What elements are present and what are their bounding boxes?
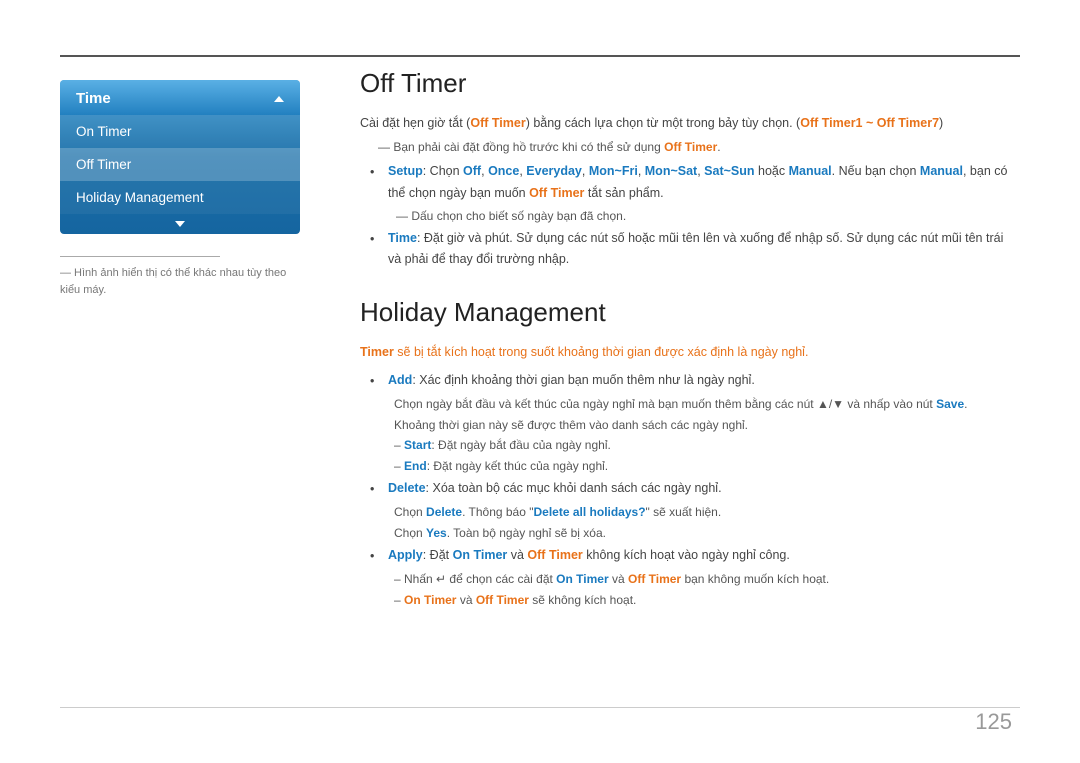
sidebar-footer (60, 214, 300, 234)
delete-sub1: Chọn Delete. Thông báo "Delete all holid… (394, 503, 1020, 523)
sidebar-header: Time (60, 80, 300, 115)
sidebar: Time On Timer Off Timer Holiday Manageme… (60, 80, 330, 298)
holiday-bullet-delete: • Delete: Xóa toàn bộ các mục khỏi danh … (370, 478, 1020, 500)
off-timer-note-highlight: Off Timer (664, 140, 717, 154)
sidebar-note: — Hình ảnh hiển thị có thể khác nhau tùy… (60, 265, 300, 298)
time-label: Time (388, 231, 417, 245)
main-content: Off Timer Cài đặt hẹn giờ tắt (Off Timer… (360, 68, 1020, 612)
sidebar-item-holiday-management[interactable]: Holiday Management (60, 181, 300, 214)
sidebar-menu: Time On Timer Off Timer Holiday Manageme… (60, 80, 300, 234)
off-timer-bullet-setup: • Setup: Chọn Off, Once, Everyday, Mon~F… (370, 161, 1020, 204)
sidebar-note-line (60, 256, 220, 257)
bottom-divider (60, 707, 1020, 708)
arrow-up-icon[interactable] (274, 96, 284, 102)
top-divider (60, 55, 1020, 57)
holiday-management-title: Holiday Management (360, 297, 1020, 328)
off-timer-note1: Bạn phải cài đặt đồng hồ trước khi có th… (378, 138, 1020, 157)
apply-sub1: Nhấn ↵ để chọn các cài đặt On Timer và O… (394, 570, 1020, 590)
holiday-management-section: Holiday Management Timer sẽ bị tắt kích … (360, 297, 1020, 611)
off-timer-section: Off Timer Cài đặt hẹn giờ tắt (Off Timer… (360, 68, 1020, 271)
apply-sub2: On Timer và Off Timer sẽ không kích hoạt… (394, 591, 1020, 611)
holiday-bullet-apply: • Apply: Đặt On Timer và Off Timer không… (370, 545, 1020, 567)
off-timer-highlight1: Off Timer (470, 116, 525, 130)
add-label: Add (388, 373, 412, 387)
delete-sub2: Chọn Yes. Toàn bộ ngày nghỉ sẽ bị xóa. (394, 524, 1020, 544)
holiday-bullet-add: • Add: Xác định khoảng thời gian bạn muố… (370, 370, 1020, 392)
add-sub1: Chọn ngày bắt đầu và kết thúc của ngày n… (394, 395, 1020, 415)
apply-label: Apply (388, 548, 423, 562)
page-number: 125 (975, 709, 1012, 735)
sidebar-title: Time (76, 90, 111, 107)
off-timer-highlight2: Off Timer1 ~ Off Timer7 (800, 116, 939, 130)
delete-label: Delete (388, 481, 426, 495)
off-timer-setup-sub: Dấu chọn cho biết số ngày bạn đã chọn. (396, 207, 1020, 226)
arrow-down-icon[interactable] (175, 221, 185, 227)
off-timer-title: Off Timer (360, 68, 1020, 99)
end-item: End: Đặt ngày kết thúc của ngày nghỉ. (394, 457, 1020, 477)
start-item: Start: Đặt ngày bắt đầu của ngày nghỉ. (394, 436, 1020, 456)
holiday-intro: Timer sẽ bị tắt kích hoạt trong suốt kho… (360, 342, 1020, 362)
setup-label: Setup (388, 164, 423, 178)
sidebar-item-off-timer[interactable]: Off Timer (60, 148, 300, 181)
add-sub2: Khoảng thời gian này sẽ được thêm vào da… (394, 416, 1020, 436)
off-timer-bullet-time: • Time: Đặt giờ và phút. Sử dụng các nút… (370, 228, 1020, 271)
sidebar-item-on-timer[interactable]: On Timer (60, 115, 300, 148)
off-timer-intro: Cài đặt hẹn giờ tắt (Off Timer) bằng các… (360, 113, 1020, 134)
